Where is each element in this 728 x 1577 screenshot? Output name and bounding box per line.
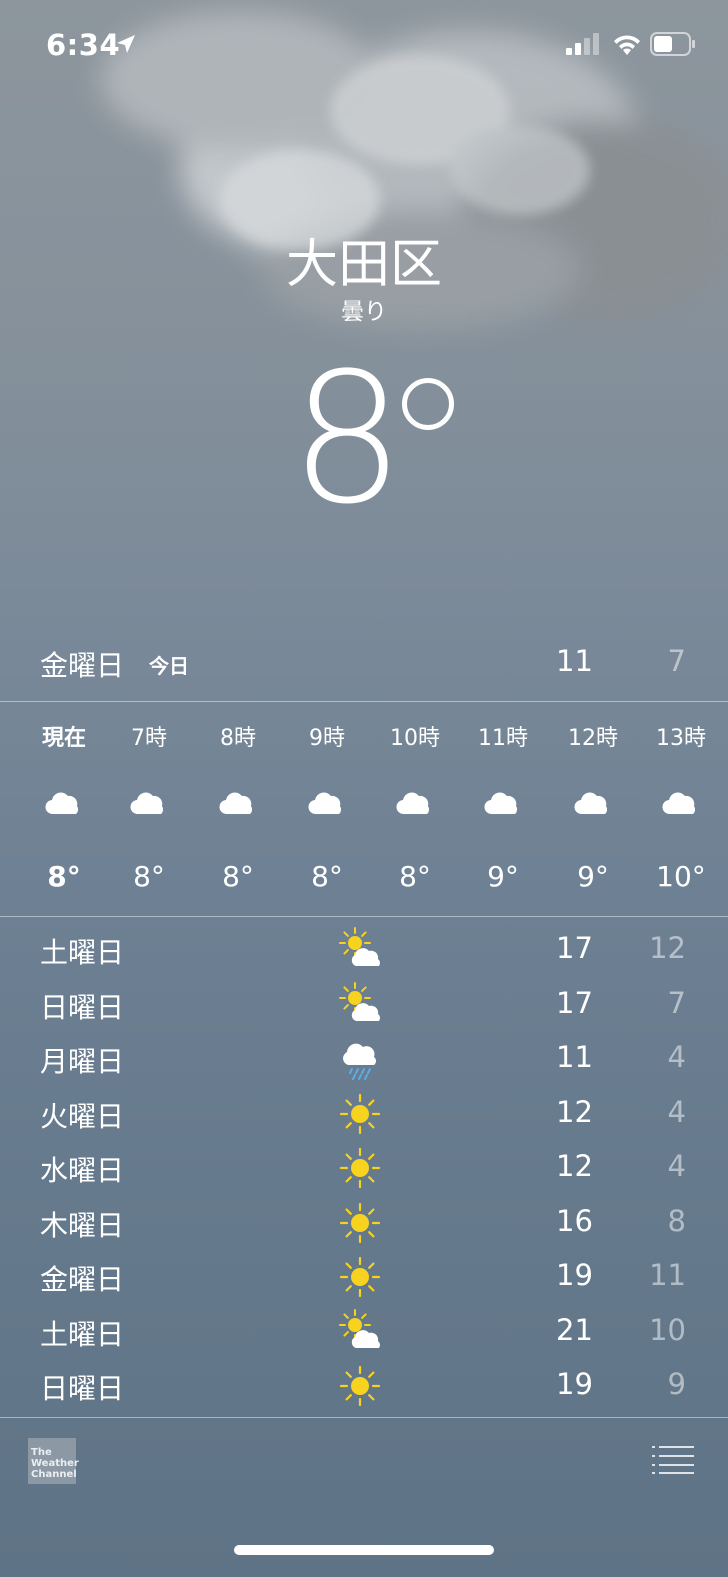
daily-row: 日曜日 19 9 [0,1358,728,1413]
battery-icon [650,32,695,56]
today-low: 7 [667,644,686,678]
hour-label: 7時 [131,726,167,751]
hour-label: 9時 [309,726,345,751]
divider [0,1417,728,1418]
day-low: 10 [649,1312,686,1347]
hour-label: 現在 [41,726,86,751]
current-temperature: 8 [290,335,405,544]
cloud-icon [129,786,169,818]
weather-condition: 曇り [341,299,387,325]
status-bar: 6:34 [0,0,728,90]
cloud-icon [307,786,347,818]
day-name: 火曜日 [40,1099,125,1133]
day-high: 12 [556,1149,593,1183]
hourly-item: 12時 9° [553,702,633,915]
sun-icon [338,1253,388,1299]
hourly-item: 13時 10° [641,702,721,915]
day-low: 4 [667,1040,686,1074]
cloud-icon [661,786,701,818]
cloud-icon [395,786,435,818]
day-low: 11 [649,1258,686,1292]
daily-row: 水曜日 12 4 [0,1140,728,1195]
today-summary: 金曜日 今日 11 7 [0,630,728,700]
hourly-item: 7時 8° [109,702,189,915]
day-high: 11 [556,1040,593,1074]
daily-row: 日曜日 17 7 [0,977,728,1032]
hour-temperature: 9° [577,860,609,893]
partly-cloudy-icon [338,981,388,1027]
sun-icon [338,1362,388,1408]
location-arrow-icon [117,35,135,53]
day-low: 4 [667,1094,686,1129]
sun-icon [338,1144,388,1190]
rain-icon [338,1035,388,1081]
hour-temperature: 8° [399,860,431,893]
hour-label: 11時 [478,726,528,751]
daily-row: 月曜日 11 4 [0,1031,728,1086]
city-name: 大田区 [285,235,442,295]
today-day: 金曜日 [40,649,125,682]
day-high: 17 [556,931,593,965]
hourly-item: 8時 8° [198,702,278,915]
divider [0,916,728,917]
hour-label: 13時 [656,726,706,751]
daily-forecast[interactable]: 土曜日 17 12 日曜日 17 7 月曜日 11 4 火曜日 12 4 水曜日 12 4 木曜日 16 8 金曜日… [0,922,728,1413]
today-high: 11 [556,644,593,678]
hour-temperature: 8° [133,860,165,893]
cloud-icon [483,786,523,818]
day-name: 日曜日 [40,990,125,1024]
hourly-item: 11時 9° [463,702,543,915]
day-high: 16 [556,1203,593,1238]
day-high: 17 [556,985,593,1020]
daily-row: 金曜日 19 11 [0,1249,728,1304]
hour-label: 8時 [220,726,256,751]
daily-row: 土曜日 21 10 [0,1304,728,1359]
wifi-icon [614,35,640,55]
hourly-item: 現在 8° [24,702,104,915]
day-low: 8 [667,1203,686,1238]
day-low: 9 [667,1367,686,1401]
hourly-forecast[interactable]: 現在 8° 7時 8° 8時 8° 9時 8° 10時 8° 11時 9° 12時 9° 13時 10° [0,702,728,915]
today-tag: 今日 [149,654,189,678]
cloud-icon [44,786,84,818]
daily-row: 土曜日 17 12 [0,922,728,977]
hour-label: 10時 [390,726,440,751]
cellular-signal-icon [566,33,599,55]
day-name: 月曜日 [40,1045,125,1078]
day-name: 日曜日 [40,1372,125,1405]
degree-symbol [402,378,454,430]
day-low: 7 [667,985,686,1020]
partly-cloudy-icon [338,1308,388,1354]
day-name: 金曜日 [40,1263,125,1296]
hourly-item: 9時 8° [287,702,367,915]
hour-temperature: 9° [487,860,519,893]
weather-channel-logo[interactable]: The Weather Channel [28,1438,79,1484]
sun-icon [338,1199,388,1245]
hour-label: 12時 [568,726,618,751]
day-name: 水曜日 [40,1154,125,1187]
day-low: 12 [649,931,686,965]
hour-temperature: 10° [656,860,706,893]
day-high: 12 [556,1094,593,1129]
cloud-icon [573,786,613,818]
hour-temperature: 8° [311,860,343,893]
status-time: 6:34 [46,28,121,62]
day-name: 土曜日 [40,936,125,969]
day-name: 木曜日 [40,1208,125,1242]
partly-cloudy-icon [338,926,388,972]
daily-row: 火曜日 12 4 [0,1086,728,1141]
hour-temperature: 8° [47,860,81,893]
hour-temperature: 8° [222,860,254,893]
cloud-icon [218,786,258,818]
day-high: 21 [556,1312,593,1347]
list-icon[interactable] [652,1444,694,1474]
day-name: 土曜日 [40,1317,125,1351]
day-low: 4 [667,1149,686,1183]
daily-row: 木曜日 16 8 [0,1195,728,1250]
sun-icon [338,1090,388,1136]
day-high: 19 [556,1367,593,1401]
day-high: 19 [556,1258,593,1292]
hourly-item: 10時 8° [375,702,455,915]
home-indicator[interactable] [234,1545,494,1555]
